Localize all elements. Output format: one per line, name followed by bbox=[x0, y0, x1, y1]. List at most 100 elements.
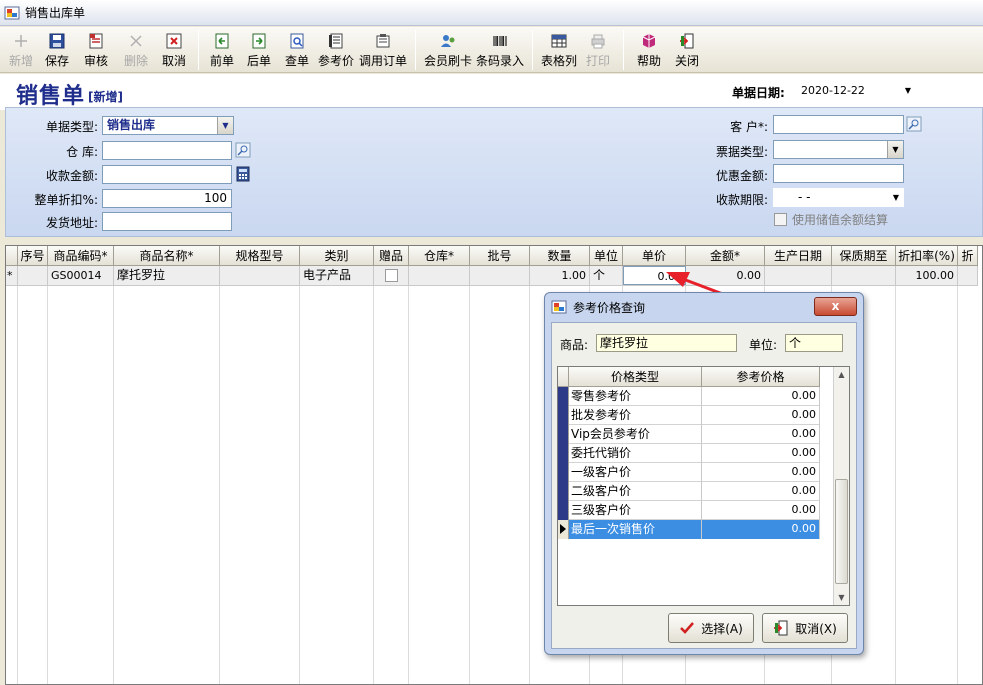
list-item[interactable]: 委托代销价 0.00 bbox=[558, 444, 820, 463]
call-order-icon bbox=[376, 34, 390, 48]
scroll-up-icon[interactable]: ▲ bbox=[834, 367, 849, 382]
calculator-icon[interactable] bbox=[235, 166, 251, 182]
doc-type-select[interactable]: 销售出库 ▼ bbox=[102, 116, 234, 135]
grid-header-prod-date[interactable]: 生产日期 bbox=[765, 246, 832, 266]
use-balance-checkbox[interactable] bbox=[774, 213, 787, 226]
grid-header-spec[interactable]: 规格型号 bbox=[220, 246, 300, 266]
grid-header-expire[interactable]: 保质期至 bbox=[832, 246, 896, 266]
cell-seq[interactable] bbox=[18, 266, 48, 285]
lookup-icon[interactable] bbox=[906, 116, 922, 132]
close-button[interactable]: 关闭 bbox=[668, 27, 706, 71]
cell-unit[interactable]: 个 bbox=[590, 266, 623, 285]
list-item[interactable]: 批发参考价 0.00 bbox=[558, 406, 820, 425]
payment-term-picker[interactable]: - - ▼ bbox=[773, 188, 904, 207]
invoice-type-select[interactable]: ▼ bbox=[773, 140, 904, 159]
document-date-value: 2020-12-22 bbox=[801, 84, 865, 97]
price-header-type[interactable]: 价格类型 bbox=[569, 367, 702, 387]
list-item[interactable]: 一级客户价 0.00 bbox=[558, 463, 820, 482]
chevron-down-icon[interactable]: ▼ bbox=[217, 117, 233, 134]
cell-amount[interactable]: 0.00 bbox=[686, 266, 765, 285]
form-panel: 单据类型: 销售出库 ▼ 仓 库: 收款金额: 整单折扣%: 100 发货地址:… bbox=[5, 107, 983, 237]
grid-header-qty[interactable]: 数量 bbox=[530, 246, 590, 266]
find-doc-button[interactable]: 查单 bbox=[279, 27, 315, 71]
grid-header-discount[interactable]: 折扣率(%) bbox=[896, 246, 958, 266]
grid-header-seq[interactable]: 序号 bbox=[18, 246, 48, 266]
price-table: 价格类型 参考价格 零售参考价 0.00 批发参考价 0.00 Vip会员参考价 0.… bbox=[557, 366, 850, 606]
print-button[interactable]: 打印 bbox=[579, 27, 617, 71]
warehouse-input[interactable] bbox=[102, 141, 232, 160]
scroll-down-icon[interactable]: ▼ bbox=[834, 590, 849, 605]
chevron-down-icon[interactable]: ▼ bbox=[905, 82, 911, 100]
cell-spec[interactable] bbox=[220, 266, 300, 285]
ref-price-button[interactable]: 参考价 bbox=[315, 27, 357, 71]
ship-address-input[interactable] bbox=[102, 212, 232, 231]
grid-header-category[interactable]: 类别 bbox=[300, 246, 374, 266]
price-value: 0.00 bbox=[702, 463, 820, 482]
scroll-thumb[interactable] bbox=[835, 479, 848, 584]
call-order-button[interactable]: 调用订单 bbox=[357, 27, 409, 71]
new-button[interactable]: 新增 bbox=[4, 27, 38, 71]
dialog-close-button[interactable]: x bbox=[814, 297, 857, 316]
list-item[interactable]: 零售参考价 0.00 bbox=[558, 387, 820, 406]
grid-header-code[interactable]: 商品编码* bbox=[48, 246, 114, 266]
table-row[interactable]: * GS00014 摩托罗拉 电子产品 1.00 个 0.00 0.00 100… bbox=[6, 266, 978, 286]
grid-header-unit[interactable]: 单位 bbox=[590, 246, 623, 266]
price-table-header: 价格类型 参考价格 bbox=[558, 367, 820, 387]
cell-batch[interactable] bbox=[470, 266, 530, 285]
cell-expire[interactable] bbox=[832, 266, 896, 285]
gift-checkbox[interactable] bbox=[385, 269, 398, 282]
toolbar-separator bbox=[532, 30, 533, 70]
prev-doc-icon bbox=[215, 33, 229, 49]
list-item[interactable]: 二级客户价 0.00 bbox=[558, 482, 820, 501]
member-card-button[interactable]: 会员刷卡 bbox=[422, 27, 474, 71]
select-button[interactable]: 选择(A) bbox=[668, 613, 754, 643]
audit-button[interactable]: 审核 bbox=[76, 27, 116, 71]
next-doc-button[interactable]: 后单 bbox=[239, 27, 279, 71]
window-titlebar: 销售出库单 bbox=[0, 0, 983, 26]
list-item[interactable]: 三级客户价 0.00 bbox=[558, 501, 820, 520]
cell-warehouse[interactable] bbox=[409, 266, 470, 285]
unit-field[interactable]: 个 bbox=[785, 334, 843, 352]
price-header-price[interactable]: 参考价格 bbox=[702, 367, 820, 387]
barcode-button[interactable]: 条码录入 bbox=[474, 27, 526, 71]
discount-input[interactable]: 100 bbox=[102, 189, 232, 208]
product-field[interactable]: 摩托罗拉 bbox=[596, 334, 737, 352]
grid-header-amount[interactable]: 金额* bbox=[686, 246, 765, 266]
grid-header-price[interactable]: 单价 bbox=[623, 246, 686, 266]
cancel-button[interactable]: 取消 bbox=[156, 27, 192, 71]
customer-input[interactable] bbox=[773, 115, 904, 134]
cell-qty[interactable]: 1.00 bbox=[530, 266, 590, 285]
save-button[interactable]: 保存 bbox=[38, 27, 76, 71]
grid-header-gift[interactable]: 赠品 bbox=[374, 246, 409, 266]
cell-category[interactable]: 电子产品 bbox=[300, 266, 374, 285]
price-type: 委托代销价 bbox=[569, 444, 702, 463]
cell-discount[interactable]: 100.00 bbox=[896, 266, 958, 285]
cell-prod-date[interactable] bbox=[765, 266, 832, 285]
grid-columns-button[interactable]: 表格列 bbox=[539, 27, 579, 71]
list-item[interactable]: Vip会员参考价 0.00 bbox=[558, 425, 820, 444]
help-button[interactable]: 帮助 bbox=[630, 27, 668, 71]
cell-gift[interactable] bbox=[374, 266, 409, 285]
dialog-title: 参考价格查询 bbox=[573, 300, 646, 315]
preferential-input[interactable] bbox=[773, 164, 904, 183]
cell-name[interactable]: 摩托罗拉 bbox=[114, 266, 220, 285]
lookup-icon[interactable] bbox=[235, 142, 251, 158]
chevron-down-icon[interactable]: ▼ bbox=[893, 189, 899, 206]
document-date-picker[interactable]: 2020-12-22 ▼ bbox=[794, 81, 916, 100]
list-item-selected[interactable]: 最后一次销售价 0.00 bbox=[558, 520, 820, 539]
cell-code[interactable]: GS00014 bbox=[48, 266, 114, 285]
price-table-scrollbar[interactable]: ▲ ▼ bbox=[833, 367, 849, 605]
cell-extra[interactable] bbox=[958, 266, 978, 285]
grid-header-indicator bbox=[6, 246, 18, 266]
grid-header-batch[interactable]: 批号 bbox=[470, 246, 530, 266]
grid-header-extra[interactable]: 折 bbox=[958, 246, 978, 266]
grid-header-name[interactable]: 商品名称* bbox=[114, 246, 220, 266]
delete-button[interactable]: 删除 bbox=[116, 27, 156, 71]
receipt-amount-input[interactable] bbox=[102, 165, 232, 184]
cell-price[interactable]: 0.00 bbox=[623, 266, 686, 285]
app-icon bbox=[4, 6, 20, 19]
prev-doc-button[interactable]: 前单 bbox=[205, 27, 239, 71]
grid-header-warehouse[interactable]: 仓库* bbox=[409, 246, 470, 266]
chevron-down-icon[interactable]: ▼ bbox=[887, 141, 903, 158]
dialog-cancel-button[interactable]: 取消(X) bbox=[762, 613, 848, 643]
